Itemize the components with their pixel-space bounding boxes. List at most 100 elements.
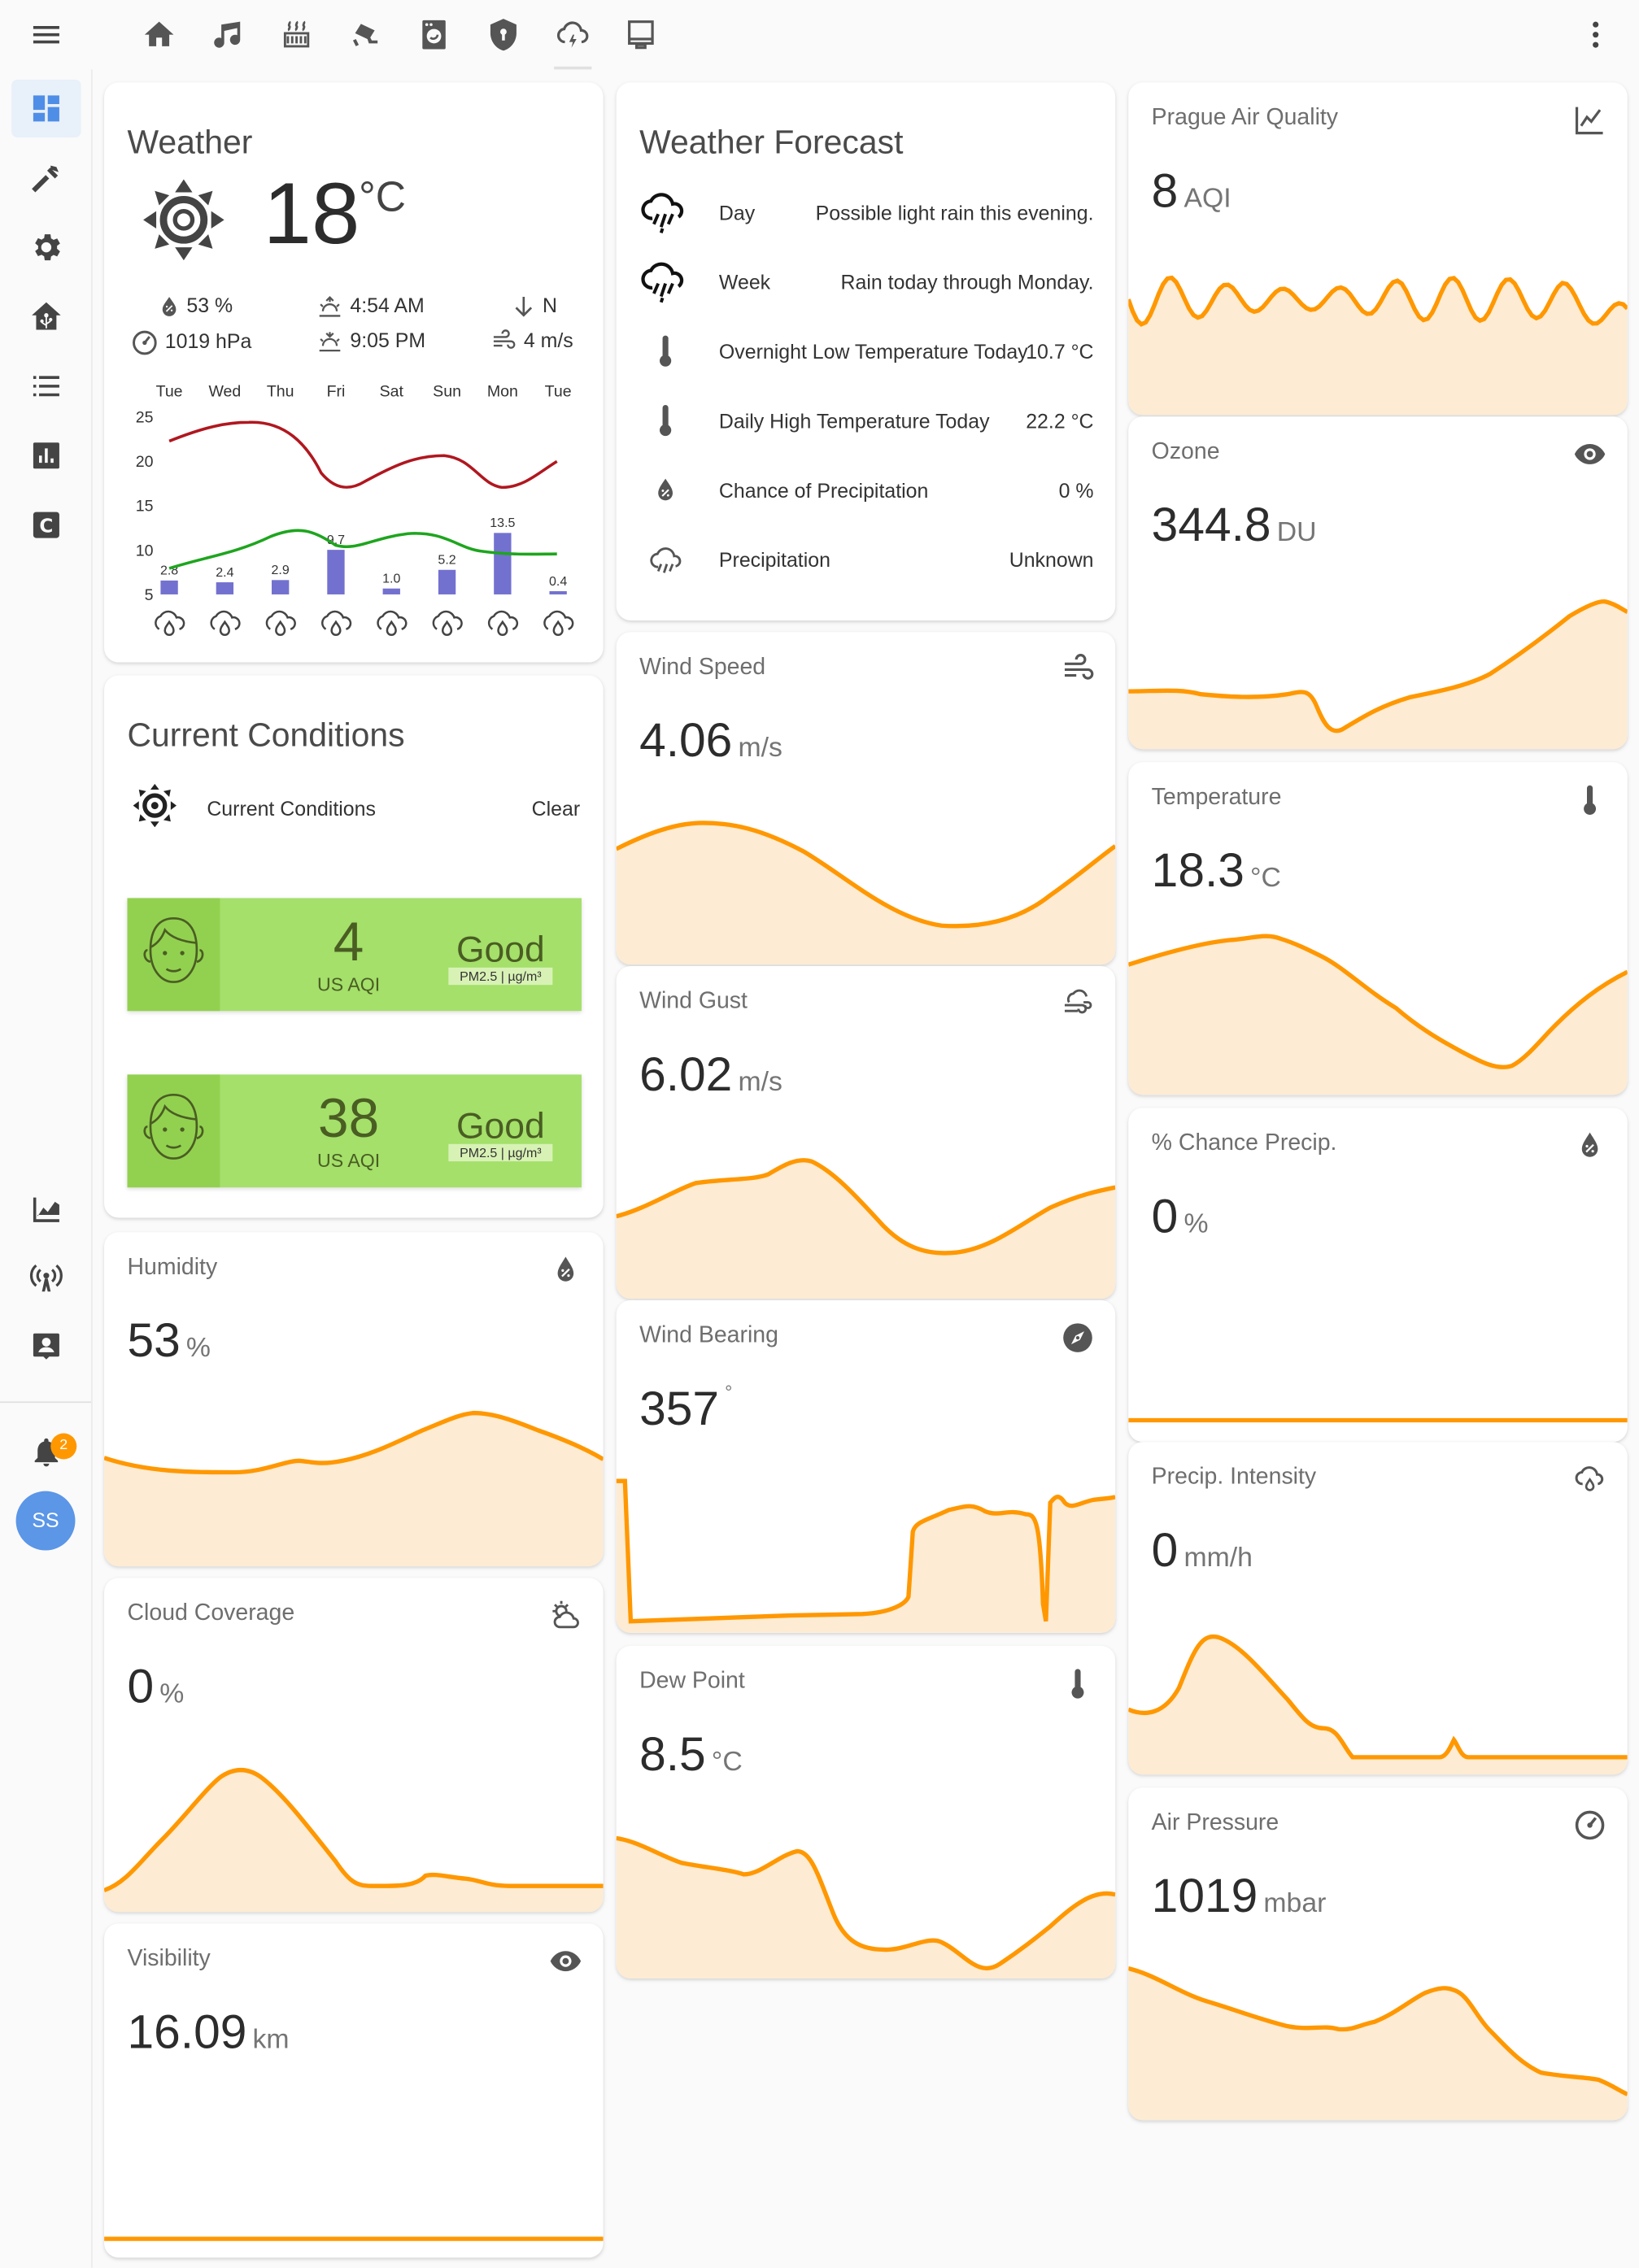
sunset-icon (319, 332, 341, 352)
value-text: 18.3 (1151, 842, 1245, 897)
unit-text: % (1183, 1208, 1209, 1240)
temperature-unit: °C (359, 175, 406, 222)
sparkline (616, 1158, 1116, 1299)
sunrise-stat: 4:54 AM (316, 294, 425, 319)
card-value: 1019 mbar (1152, 1869, 1327, 1924)
cloud-coverage-card[interactable]: Cloud Coverage 0% (104, 1578, 604, 1913)
list-icon[interactable] (29, 369, 64, 404)
card-title: Wind Speed (639, 655, 766, 680)
weather-forecast-card[interactable]: Weather Forecast Day Possible light rain… (616, 82, 1116, 620)
unit-text: mbar (1263, 1888, 1327, 1920)
radio-tower-icon[interactable] (29, 1261, 64, 1296)
y-tick-label: 15 (136, 498, 154, 516)
precipitation-bar (160, 580, 178, 594)
weather-card[interactable]: Weather 18 °C 53 % 1019 hPa 4:54 AM 9:05… (104, 82, 604, 663)
conditions-label: Current Conditions (207, 796, 376, 821)
chance-precip-card[interactable]: % Chance Precip. 0% (1128, 1108, 1628, 1443)
forecast-value: 0 % (1058, 478, 1094, 503)
temperature-card[interactable]: Temperature 18.3 °C (1128, 762, 1628, 1095)
dew-point-card[interactable]: Dew Point 8.5 °C (616, 1645, 1116, 1979)
user-avatar[interactable]: SS (15, 1491, 76, 1551)
account-box-icon[interactable] (29, 1329, 64, 1364)
bar-data-label: 0.4 (549, 575, 567, 589)
svg-text:C: C (39, 516, 53, 537)
cctv-icon[interactable] (349, 17, 384, 52)
y-tick-label: 10 (136, 542, 154, 559)
forecast-row: Day Possible light rain this evening. (639, 188, 1094, 237)
current-conditions-card[interactable]: Current Conditions Current Conditions Cl… (104, 675, 604, 1218)
value-text: 0 (1151, 1188, 1179, 1243)
forecast-row: Daily High Temperature Today 22.2 °C (639, 396, 1094, 445)
bar-data-label: 2.4 (216, 566, 233, 580)
unit-text: % (185, 1333, 211, 1365)
wind-bearing-card[interactable]: Wind Bearing 357 ° (616, 1299, 1116, 1633)
weather-rainy-icon (265, 610, 296, 636)
pressure-text: 1019 hPa (164, 329, 252, 353)
menu-icon[interactable] (29, 17, 64, 52)
ozone-card[interactable]: Ozone 344.8 DU (1128, 416, 1628, 750)
gauge-icon (133, 330, 157, 355)
home-assistant-icon[interactable] (29, 299, 64, 334)
thermometer-icon (639, 331, 691, 374)
card-value: 6.02 m/s (639, 1047, 782, 1103)
chart-icon[interactable] (29, 438, 64, 473)
aqi-card[interactable]: 4 US AQI Good PM2.5 | µg/m³ (127, 898, 582, 1012)
forecast-value: Possible light rain this evening. (815, 201, 1094, 224)
forecast-label: Chance of Precipitation (718, 478, 929, 503)
air-quality-card[interactable]: Prague Air Quality 8 AQI (1128, 82, 1628, 416)
bar-data-label: 2.9 (272, 564, 290, 577)
weather-lightning-icon[interactable] (556, 17, 591, 52)
hammer-icon[interactable] (29, 160, 64, 195)
home-icon[interactable] (142, 17, 177, 52)
chart-line-icon (1572, 102, 1607, 137)
dashboard-icon[interactable] (29, 91, 64, 126)
music-icon[interactable] (210, 17, 245, 52)
water-percent-icon (1572, 1128, 1607, 1163)
air-pressure-card[interactable]: Air Pressure 1019 mbar (1128, 1787, 1628, 2121)
card-value: 8.5 °C (639, 1727, 743, 1783)
bar-data-label: 1.0 (382, 572, 400, 586)
card-value: 4.06 m/s (639, 713, 782, 768)
unit-text: % (159, 1678, 185, 1710)
bar-data-label: 5.2 (438, 554, 456, 568)
unit-text: m/s (738, 1067, 782, 1098)
sunny-icon (133, 783, 177, 828)
day-label: Wed (208, 382, 241, 400)
gear-icon[interactable] (29, 230, 64, 265)
visibility-card[interactable]: Visibility 16.09 km (104, 1923, 604, 2258)
radiator-icon[interactable] (279, 17, 314, 52)
water-percent-icon (162, 297, 177, 317)
sidebar: C 2 SS (0, 69, 93, 2268)
washing-machine-icon[interactable] (416, 17, 451, 52)
history-chart-icon[interactable] (29, 1191, 64, 1226)
thermometer-icon (639, 401, 691, 444)
card-value: 0% (128, 1659, 185, 1714)
forecast-row: Chance of Precipitation 0 % (639, 466, 1094, 515)
monitor-icon[interactable] (624, 17, 659, 52)
weather-pouring-icon (639, 193, 691, 236)
sunset-text: 9:05 PM (350, 328, 426, 352)
precip-intensity-card[interactable]: Precip. Intensity 0 mm/h (1128, 1442, 1628, 1775)
card-title: Air Pressure (1151, 1810, 1279, 1835)
wind-gust-card[interactable]: Wind Gust 6.02 m/s (616, 966, 1116, 1299)
forecast-value: 10.7 °C (1026, 339, 1094, 363)
bar-data-label: 13.5 (490, 516, 515, 530)
unit-text: ° (725, 1381, 733, 1404)
wind-icon (493, 329, 516, 350)
value-text: 53 (127, 1312, 181, 1367)
sunset-stat: 9:05 PM (316, 329, 425, 354)
card-title: Humidity (127, 1255, 218, 1280)
wind-speed-card[interactable]: Wind Speed 4.06 m/s (616, 632, 1116, 965)
unit-text: °C (711, 1747, 743, 1778)
humidity-card[interactable]: Humidity 53% (104, 1232, 604, 1567)
wind-speed-stat: 4 m/s (489, 329, 573, 355)
shield-icon[interactable] (486, 17, 521, 52)
day-label: Mon (487, 382, 518, 400)
precipitation-bar (494, 533, 512, 594)
more-vertical-icon[interactable] (1578, 17, 1613, 52)
forecast-value: Unknown (1009, 548, 1094, 572)
c-icon[interactable]: C (29, 507, 64, 542)
water-percent-icon (548, 1252, 583, 1287)
compass-icon (1061, 1321, 1096, 1356)
aqi-card[interactable]: 38 US AQI Good PM2.5 | µg/m³ (127, 1074, 582, 1188)
